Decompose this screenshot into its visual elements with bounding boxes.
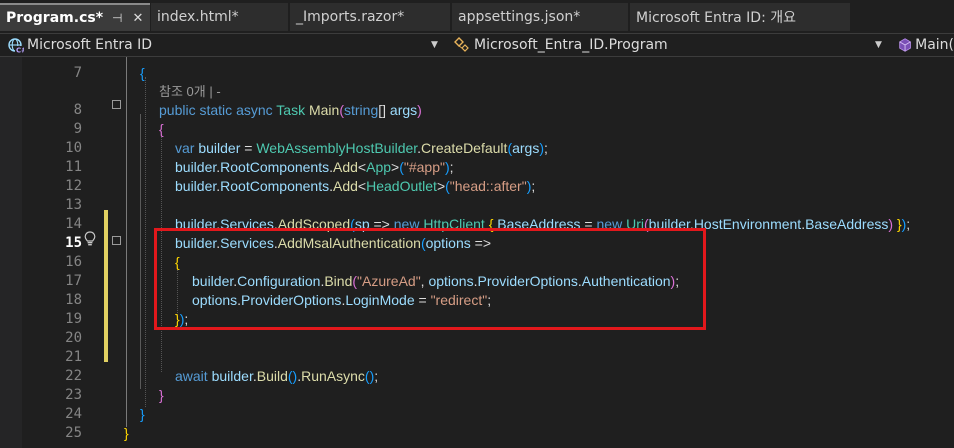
code-line: 24 } <box>65 406 145 422</box>
code-line: 22 await builder.Build().RunAsync(); <box>65 368 379 384</box>
tab-index-html[interactable]: index.html* <box>151 3 288 31</box>
pin-icon[interactable]: ⊣ <box>112 11 122 25</box>
code-line: 21 <box>65 349 82 365</box>
tab-entra-overview[interactable]: Microsoft Entra ID: 개요 <box>630 3 850 31</box>
code-line: 10 var builder = WebAssemblyHostBuilder.… <box>65 140 548 156</box>
code-line: 25 } <box>65 425 129 441</box>
tab-label: _Imports.razor* <box>296 9 405 25</box>
code-editor[interactable]: 7 { 참조 0개 | - 8 public static async Task… <box>0 57 954 448</box>
code-line: 20 <box>65 330 82 346</box>
tab-appsettings-json[interactable]: appsettings.json* <box>452 3 628 31</box>
code-line: 12 builder.RootComponents.Add<HeadOutlet… <box>65 178 536 194</box>
red-highlight-box <box>154 228 706 330</box>
code-line: 8 public static async Task Main(string[]… <box>73 102 422 118</box>
code-line: 9 { <box>73 121 164 137</box>
code-line: 11 builder.RootComponents.Add<App>("#app… <box>65 159 454 175</box>
tab-program-cs[interactable]: Program.cs* ⊣ ✕ <box>0 3 150 31</box>
tab-label: Program.cs* <box>6 10 104 26</box>
codelens-references[interactable]: 참조 0개 | - <box>159 82 221 101</box>
tab-label: appsettings.json* <box>458 9 581 25</box>
tab-label: Microsoft Entra ID: 개요 <box>636 10 796 26</box>
document-tab-bar: Program.cs* ⊣ ✕ index.html* _Imports.raz… <box>0 0 954 31</box>
code-line: 23 } <box>65 387 164 403</box>
tab-imports-razor[interactable]: _Imports.razor* <box>290 3 450 31</box>
code-line: 13 <box>65 197 82 213</box>
code-line: 7 { <box>73 65 145 81</box>
tab-label: index.html* <box>157 9 239 25</box>
close-icon[interactable]: ✕ <box>132 11 143 26</box>
